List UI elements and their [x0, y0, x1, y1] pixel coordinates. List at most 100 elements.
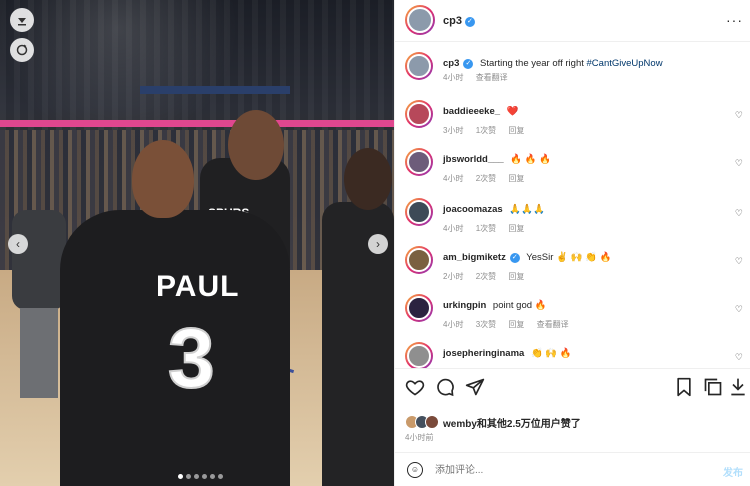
comment-item: urkingpin point god 🔥 4小时 3次赞 回复 查看翻译 ♡ [405, 292, 745, 336]
download-icon[interactable] [729, 377, 747, 402]
reply-button[interactable]: 回复 [508, 320, 524, 329]
post-details-panel: cp3 ✓ ··· cp3 ✓ Starting the year off righ… [394, 0, 750, 486]
heart-icon[interactable]: ♡ [735, 352, 743, 363]
verified-badge-icon: ✓ [463, 59, 474, 69]
comment-username[interactable]: josepheringinama [443, 348, 524, 359]
avatar-image [407, 344, 431, 368]
heart-icon[interactable]: ♡ [735, 208, 743, 219]
caption-text: cp3 ✓ Starting the year off right #CantGi… [443, 58, 663, 69]
comment-username[interactable]: am_bigmiketz [443, 252, 506, 263]
carousel-next-button[interactable]: › [368, 234, 388, 254]
reply-button[interactable]: 回复 [508, 272, 524, 281]
comment-username[interactable]: joacoomazas [443, 204, 503, 215]
avatar-image [407, 296, 431, 320]
comment-username[interactable]: jbsworldd___ [443, 154, 504, 165]
heart-icon[interactable]: ♡ [735, 158, 743, 169]
heart-icon[interactable]: ♡ [735, 304, 743, 315]
refresh-icon[interactable] [10, 38, 34, 62]
download-arrow-icon[interactable] [10, 8, 34, 32]
comment-input[interactable] [435, 461, 705, 479]
post-photo[interactable]: SPURS PAUL 3 ‹ › [0, 0, 394, 486]
comment-item: am_bigmiketz ✓ YesSir ✌️ 🙌 👏 🔥 2小时 2次赞 回复… [405, 244, 745, 288]
author-username[interactable]: cp3 [443, 15, 462, 27]
comment-body: YesSir ✌️ 🙌 👏 🔥 [526, 252, 612, 263]
post-time: 4小时前 [405, 433, 434, 442]
copy-icon[interactable] [703, 377, 723, 402]
author-avatar[interactable] [405, 5, 435, 35]
share-icon[interactable] [465, 377, 485, 402]
comment-username[interactable]: baddieeeke_ [443, 106, 500, 117]
comment-text: am_bigmiketz ✓ YesSir ✌️ 🙌 👏 🔥 [443, 252, 611, 263]
avatar[interactable] [405, 246, 433, 274]
save-icon[interactable] [675, 377, 693, 402]
see-translation-link[interactable]: 查看翻译 [476, 73, 508, 82]
comment-likes[interactable]: 2次赞 [476, 174, 496, 183]
comment-likes[interactable]: 3次赞 [476, 320, 496, 329]
comment-text: joacoomazas 🙏🙏🙏 [443, 204, 545, 215]
author-avatar-image [407, 7, 433, 33]
verified-badge-icon: ✓ [509, 253, 520, 263]
avatar[interactable] [405, 148, 433, 176]
post-comment-button[interactable]: 发布 [723, 464, 743, 479]
hashtag-link[interactable]: #CantGiveUpNow [587, 58, 663, 69]
carousel-dot [202, 474, 207, 479]
comment-item: baddieeeke_ ❤️ 3小时 1次赞 回复 ♡ [405, 98, 745, 142]
player-right [318, 148, 394, 486]
comment-body: ❤️ [506, 106, 519, 117]
comment-meta: 4小时 2次赞 回复 [443, 173, 534, 184]
reply-button[interactable]: 回复 [508, 174, 524, 183]
reply-button[interactable]: 回复 [508, 224, 524, 233]
comment-time: 4小时 [443, 73, 464, 82]
emoji-icon[interactable]: ☺ [407, 462, 423, 478]
heart-icon[interactable]: ♡ [735, 110, 743, 121]
comment-item: jbsworldd___ 🔥 🔥 🔥 4小时 2次赞 回复 ♡ [405, 146, 745, 190]
comment-icon[interactable] [435, 377, 455, 402]
author-username-row[interactable]: cp3 ✓ [443, 15, 475, 27]
comment-username[interactable]: cp3 [443, 58, 459, 69]
comment-text: jbsworldd___ 🔥 🔥 🔥 [443, 154, 551, 165]
heart-icon[interactable] [405, 377, 425, 402]
comment-item: josepheringinama 👏 🙌 🔥 ♡ [405, 340, 745, 368]
comment-time: 2小时 [443, 272, 464, 281]
avatar-image [407, 248, 431, 272]
avatar-image [407, 200, 431, 224]
carousel-dots [178, 474, 223, 479]
paul-jersey-number: 3 [167, 310, 216, 406]
avatar[interactable] [405, 294, 433, 322]
scoreboard [140, 86, 290, 94]
caption: cp3 ✓ Starting the year off right #CantGi… [405, 50, 745, 90]
see-translation-link[interactable]: 查看翻译 [537, 320, 569, 329]
comment-time: 4小时 [443, 320, 464, 329]
comment-username[interactable]: urkingpin [443, 300, 486, 311]
comment-likes[interactable]: 1次赞 [476, 224, 496, 233]
action-bar [395, 368, 750, 408]
carousel-dot [210, 474, 215, 479]
reply-button[interactable]: 回复 [508, 126, 524, 135]
comment-body: 🙏🙏🙏 [509, 204, 545, 215]
player-right-head [344, 148, 392, 210]
comment-body: 👏 🙌 🔥 [530, 348, 572, 359]
comment-time: 4小时 [443, 174, 464, 183]
comment-likes[interactable]: 1次赞 [476, 126, 496, 135]
likes-text[interactable]: wemby和其他2.5万位用户赞了 [443, 415, 581, 430]
paul-head [132, 140, 194, 218]
heart-icon[interactable]: ♡ [735, 256, 743, 267]
comments-list[interactable]: cp3 ✓ Starting the year off right #CantGi… [395, 46, 750, 368]
avatar[interactable] [405, 342, 433, 368]
paul-jersey-name: PAUL [156, 270, 240, 303]
comment-likes[interactable]: 2次赞 [476, 272, 496, 281]
post-header: cp3 ✓ ··· [395, 0, 750, 42]
likes-summary[interactable]: wemby和其他2.5万位用户赞了 [405, 412, 581, 432]
comment-text: baddieeeke_ ❤️ [443, 106, 519, 117]
comment-meta: 3小时 1次赞 回复 [443, 125, 534, 136]
avatar[interactable] [405, 198, 433, 226]
more-options-icon[interactable]: ··· [726, 12, 743, 28]
avatar-image [407, 54, 431, 78]
carousel-prev-button[interactable]: ‹ [8, 234, 28, 254]
avatar[interactable] [405, 100, 433, 128]
comment-body: Starting the year off right [480, 58, 587, 69]
carousel-dot [178, 474, 183, 479]
comment-meta: 4小时 查看翻译 [443, 72, 518, 83]
liker-avatar [425, 415, 439, 429]
avatar[interactable] [405, 52, 433, 80]
